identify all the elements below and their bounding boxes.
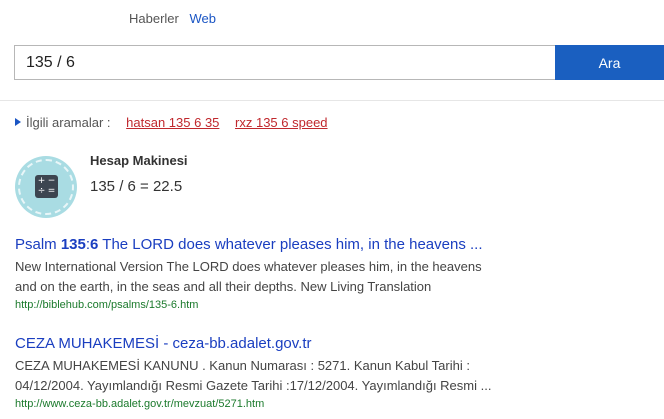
related-search-link[interactable]: hatsan 135 6 35 [126, 115, 219, 130]
related-searches: İlgili aramalar : hatsan 135 6 35 rxz 13… [15, 115, 328, 130]
calculator-icon: + − ÷ = [35, 175, 58, 198]
minus-key: − [47, 176, 56, 186]
calculator-badge: + − ÷ = [15, 156, 77, 218]
triangle-right-icon [15, 118, 21, 126]
search-input[interactable] [14, 45, 555, 80]
equals-key: = [47, 186, 56, 196]
search-bar: Ara [14, 45, 664, 80]
search-tabs: Haberler Web [129, 11, 223, 26]
result-url[interactable]: http://www.ceza-bb.adalet.gov.tr/mevzuat… [15, 398, 545, 410]
divider [0, 100, 664, 101]
result-url[interactable]: http://biblehub.com/psalms/135-6.htm [15, 299, 545, 311]
related-search-link[interactable]: rxz 135 6 speed [235, 115, 328, 130]
tab-web[interactable]: Web [189, 11, 216, 26]
result-title-part: The LORD does whatever pleases him, in t… [98, 236, 483, 253]
result-snippet-line: CEZA MUHAKEMESİ KANUNU . Kanun Numarası … [15, 358, 470, 373]
result-snippet-line: and on the earth, in the seas and all th… [15, 279, 432, 294]
calculator-title: Hesap Makinesi [90, 153, 188, 168]
search-result: CEZA MUHAKEMESİ - ceza-bb.adalet.gov.tr … [15, 335, 545, 410]
related-searches-label: İlgili aramalar : [26, 115, 111, 130]
tab-news[interactable]: Haberler [129, 11, 179, 26]
result-snippet: New International Version The LORD does … [15, 257, 545, 297]
search-result: Psalm 135:6 The LORD does whatever pleas… [15, 236, 545, 311]
result-title-part: Psalm [15, 236, 61, 253]
search-button[interactable]: Ara [555, 45, 664, 80]
calculator-result: 135 / 6 = 22.5 [90, 178, 183, 195]
result-snippet-line: New International Version The LORD does … [15, 259, 482, 274]
result-snippet: CEZA MUHAKEMESİ KANUNU . Kanun Numarası … [15, 356, 545, 396]
result-title-link[interactable]: CEZA MUHAKEMESİ - ceza-bb.adalet.gov.tr [15, 335, 545, 352]
result-title-link[interactable]: Psalm 135:6 The LORD does whatever pleas… [15, 236, 545, 253]
result-title-highlight: 135 [60, 236, 86, 253]
divide-key: ÷ [37, 186, 46, 196]
plus-key: + [37, 176, 46, 186]
result-snippet-line: 04/12/2004. Yayımlandığı Resmi Gazete Ta… [15, 378, 492, 393]
